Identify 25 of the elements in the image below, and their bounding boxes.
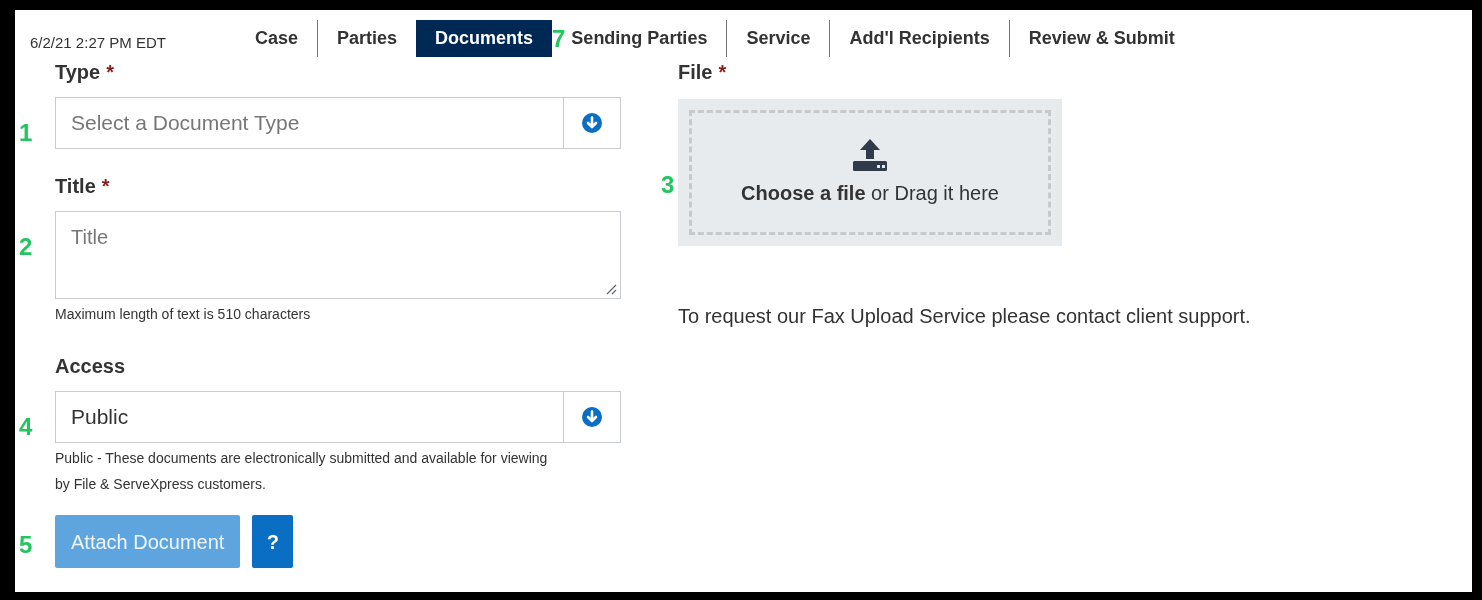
timestamp: 6/2/21 2:27 PM EDT [30, 33, 166, 53]
select-field[interactable]: Select a Document Type [55, 97, 621, 149]
required-mark: * [718, 60, 727, 85]
field-label: File [678, 60, 713, 85]
callout-number: 5 [19, 530, 33, 560]
file-drop-zone[interactable]: Choose a file or Drag it here [678, 99, 1062, 246]
callout-number: 7 [552, 23, 566, 54]
fax-note: To request our Fax Upload Service please contact client support. [678, 304, 1251, 329]
upload-icon [852, 137, 888, 172]
resize-grip-icon[interactable] [605, 283, 617, 295]
tab[interactable]: Documents [416, 20, 552, 57]
required-mark: * [106, 60, 114, 85]
field-label: Access [55, 354, 126, 379]
callout-number: 4 [19, 412, 33, 442]
title-field[interactable]: Title [55, 211, 621, 299]
select-field[interactable]: Public [55, 391, 621, 443]
help-text: Public - These documents are electronically submitted and available for viewing by File & ServeXpress customers. [55, 449, 549, 494]
callout-number: 3 [661, 170, 675, 200]
help-text: Maximum length of text is 510 characters [55, 305, 312, 324]
required-mark: * [101, 174, 110, 199]
field-label: Type [55, 60, 101, 85]
callout-number: 2 [19, 232, 33, 262]
callout-number: 1 [19, 118, 33, 148]
help-button[interactable]: ? [252, 515, 294, 568]
field-label: Title [55, 174, 96, 199]
